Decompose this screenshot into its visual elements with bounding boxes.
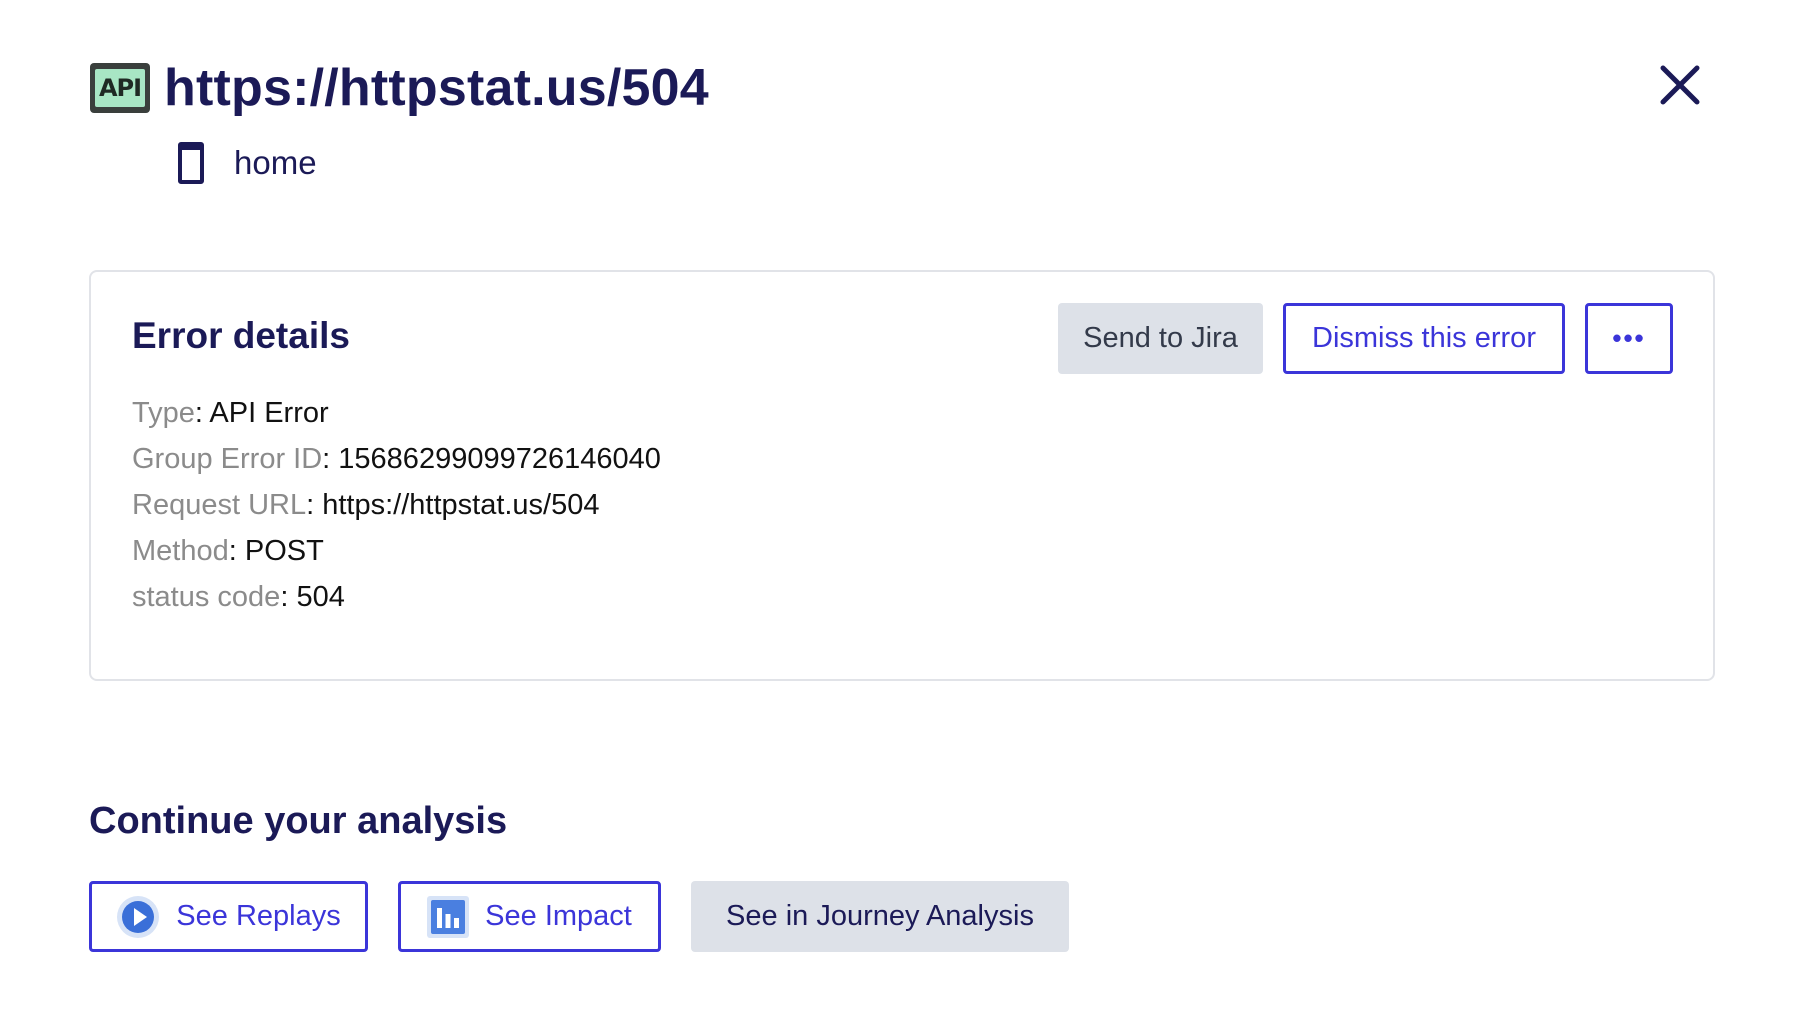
error-detail-panel: API https://httpstat.us/504 home Error d… xyxy=(0,0,1798,1030)
mobile-phone-icon xyxy=(178,142,204,184)
analysis-actions: See Replays See Impact See in Journey An… xyxy=(89,881,1069,952)
continue-analysis-title: Continue your analysis xyxy=(89,800,508,842)
api-badge-label: API xyxy=(95,69,145,107)
close-button[interactable] xyxy=(1655,60,1705,110)
detail-key: Type xyxy=(132,397,195,429)
detail-value: POST xyxy=(244,535,324,567)
error-actions: Send to Jira Dismiss this error ••• xyxy=(1058,303,1673,374)
see-impact-button[interactable]: See Impact xyxy=(398,881,661,952)
see-impact-label: See Impact xyxy=(485,900,632,932)
close-icon xyxy=(1660,65,1700,105)
detail-row-method: Method: POST xyxy=(132,535,324,567)
see-replays-button[interactable]: See Replays xyxy=(89,881,368,952)
see-journey-analysis-button[interactable]: See in Journey Analysis xyxy=(691,881,1069,952)
screen-name: home xyxy=(234,144,317,181)
detail-key: status code xyxy=(132,581,281,613)
more-options-button[interactable]: ••• xyxy=(1585,303,1673,374)
detail-row-status-code: status code: 504 xyxy=(132,581,345,613)
send-to-jira-button[interactable]: Send to Jira xyxy=(1058,303,1263,374)
error-details-card: Error details Send to Jira Dismiss this … xyxy=(89,270,1715,681)
detail-value: 504 xyxy=(296,581,345,613)
error-details-list: Type: API Error Group Error ID: 15686299… xyxy=(132,390,661,620)
api-badge-icon: API xyxy=(90,63,150,113)
play-circle-icon xyxy=(116,895,160,939)
screen-info: home xyxy=(178,142,317,184)
detail-value: 15686299099726146040 xyxy=(338,443,661,475)
detail-row-request-url: Request URL: https://httpstat.us/504 xyxy=(132,489,600,521)
detail-key: Request URL xyxy=(132,489,307,521)
dismiss-error-button[interactable]: Dismiss this error xyxy=(1283,303,1565,374)
detail-value: API Error xyxy=(209,397,329,429)
bar-chart-icon xyxy=(427,895,470,938)
detail-row-group-error-id: Group Error ID: 15686299099726146040 xyxy=(132,443,661,475)
detail-key: Method xyxy=(132,535,229,567)
detail-row-type: Type: API Error xyxy=(132,397,329,429)
see-replays-label: See Replays xyxy=(176,900,341,932)
detail-value: https://httpstat.us/504 xyxy=(322,489,600,521)
detail-key: Group Error ID xyxy=(132,443,323,475)
error-details-title: Error details xyxy=(132,315,350,356)
page-title: https://httpstat.us/504 xyxy=(164,59,709,117)
header: API https://httpstat.us/504 xyxy=(90,58,709,118)
